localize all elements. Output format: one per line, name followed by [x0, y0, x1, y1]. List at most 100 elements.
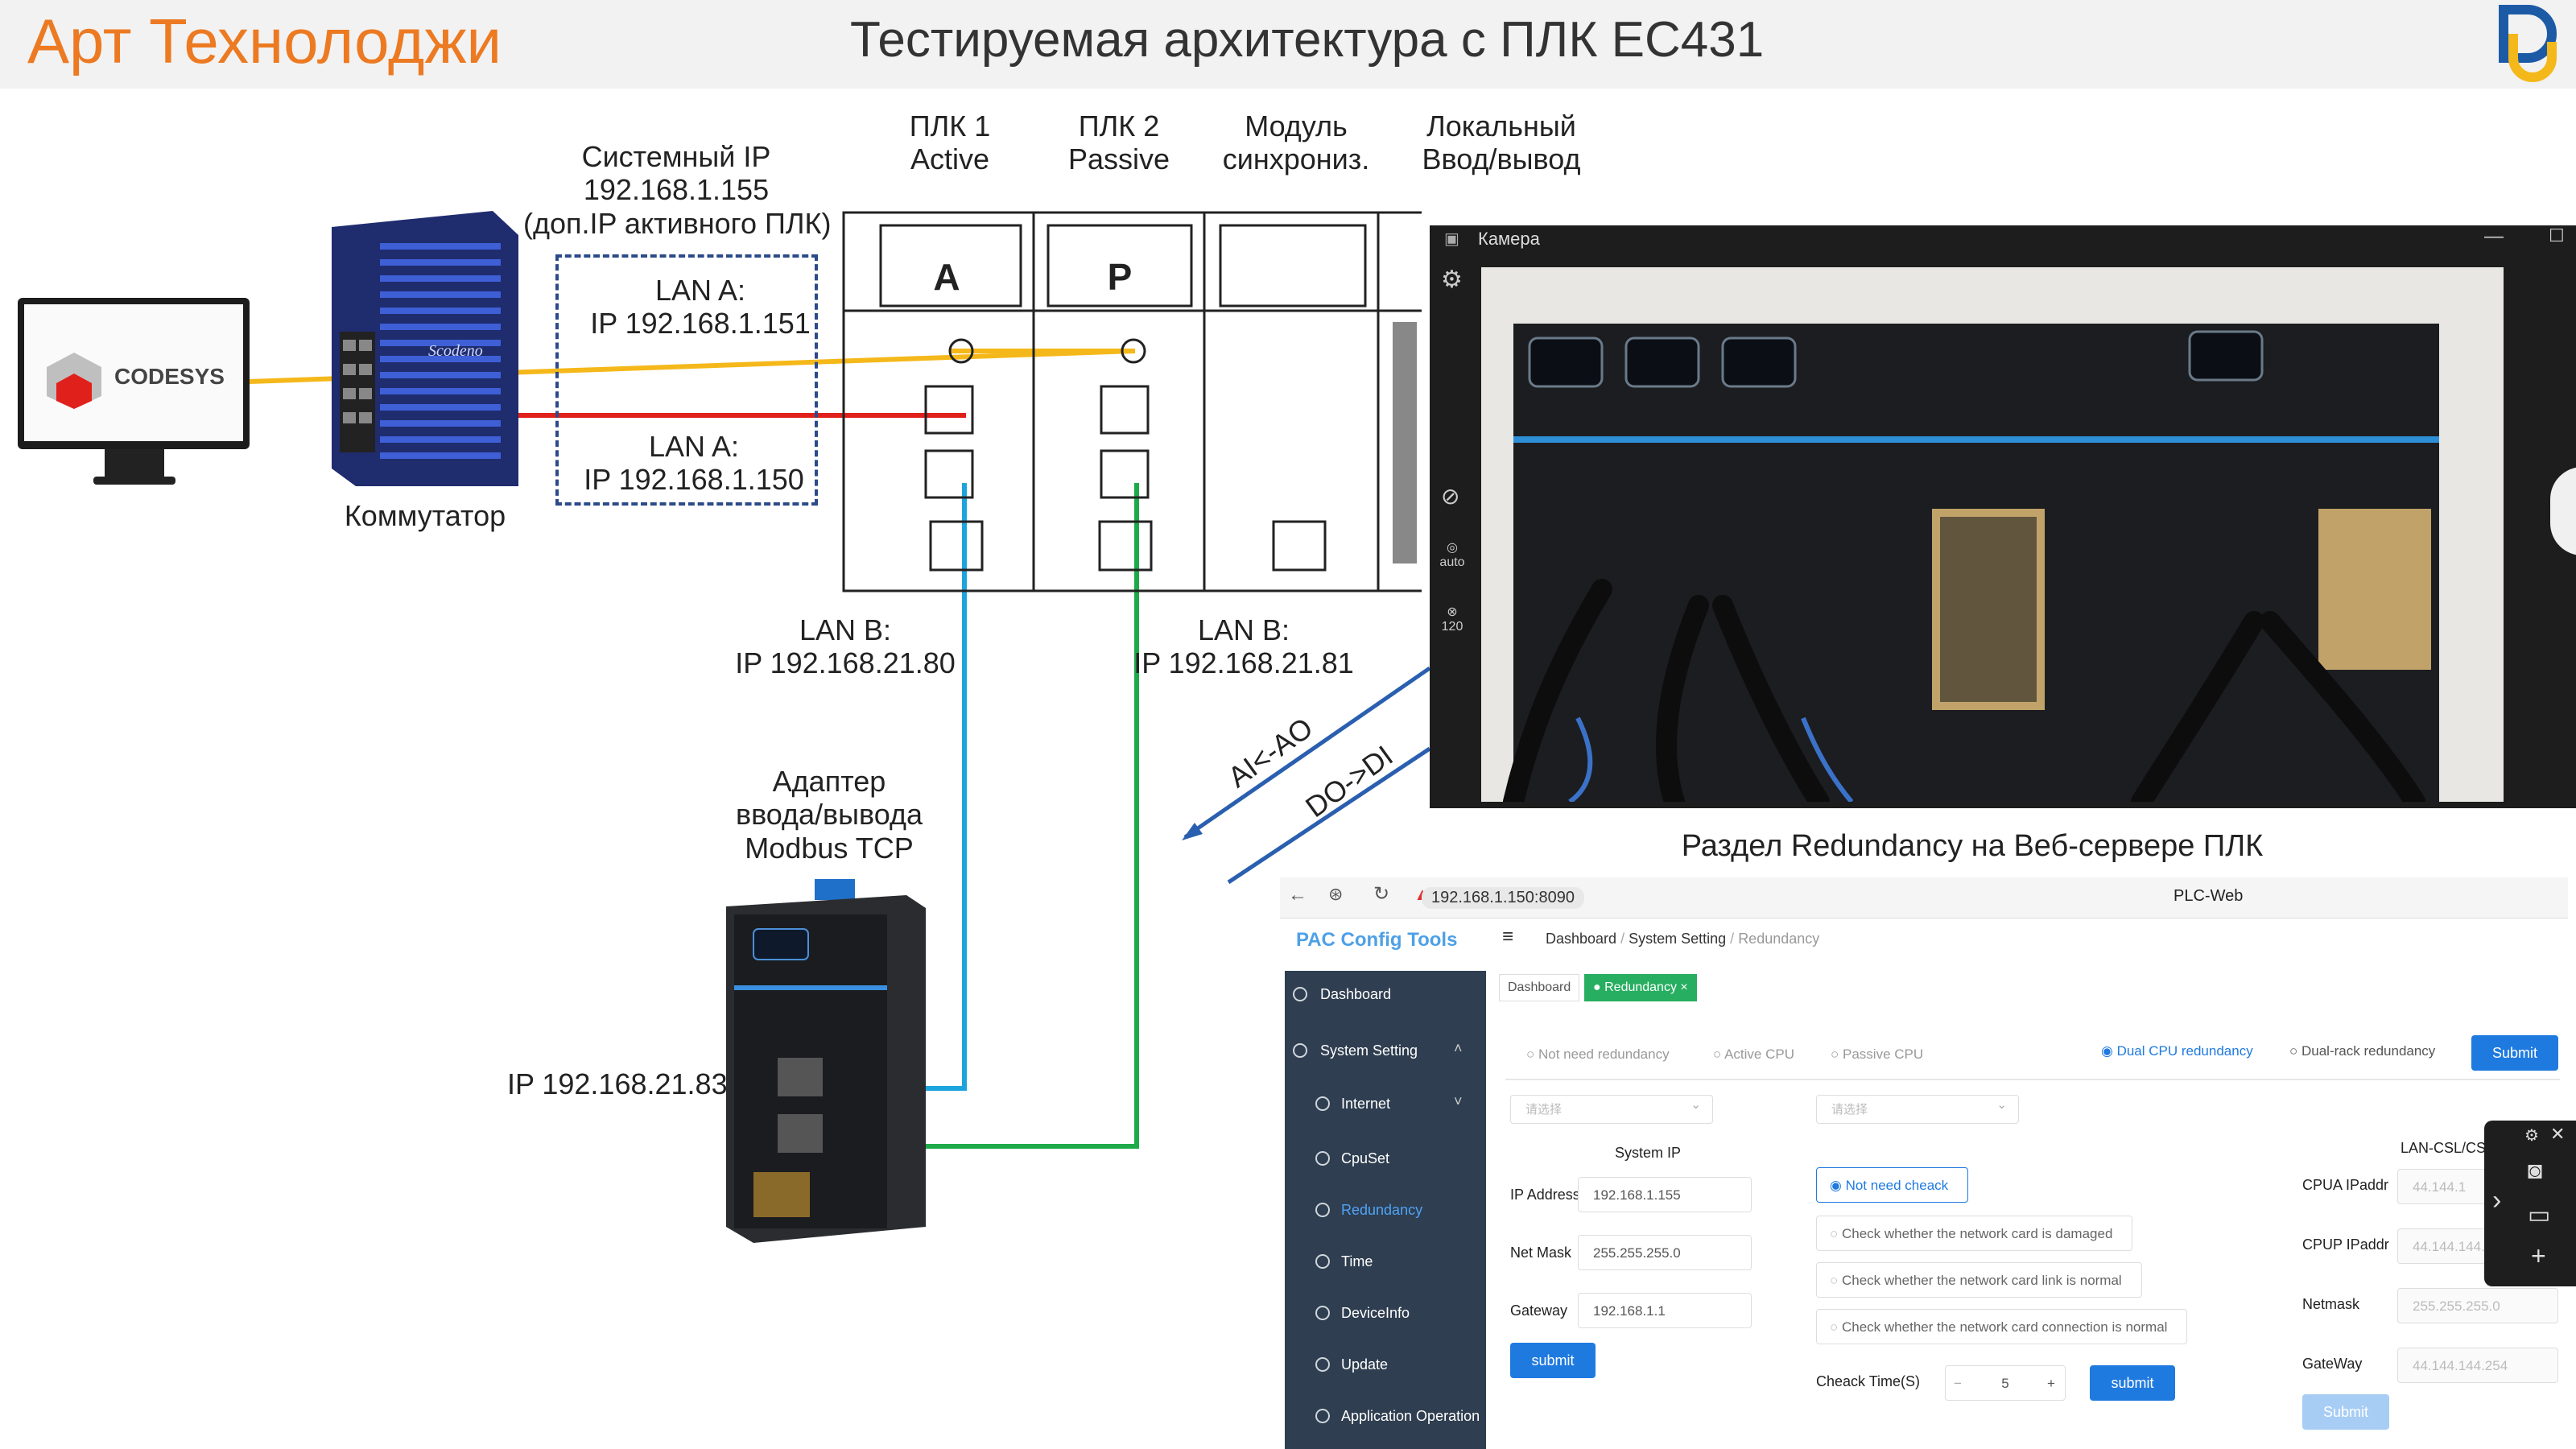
dashboard-icon [1293, 987, 1307, 1001]
monitor-base [93, 477, 175, 485]
select-left[interactable]: 请选择 [1510, 1091, 1713, 1124]
radio-passive-cpu[interactable]: Passive CPU [1831, 1046, 1923, 1063]
lan-a-label-2: LAN A: IP 192.168.1.150 [584, 430, 804, 497]
switch-brand-text: Scodeno [428, 342, 483, 360]
globe-icon [1315, 1096, 1330, 1111]
camera-app-icon: ▣ [1444, 230, 1459, 248]
sidebar-item-system-setting[interactable]: System Setting ˄ [1285, 1027, 1486, 1075]
camera-window-title: Камера [1478, 229, 1540, 249]
plc1-letter: A [933, 256, 960, 298]
breadcrumb-redundancy: Redundancy [1738, 931, 1820, 947]
floating-toolbar: ⚙ ✕ ◙ › ▭ + [2484, 1121, 2576, 1286]
monitor-screen: CODESYS [24, 304, 243, 441]
modbus-adapter-device [726, 879, 926, 1243]
breadcrumb: Dashboard / System Setting / Redundancy [1546, 931, 1820, 947]
divider [1505, 1079, 2560, 1080]
check-option-link[interactable]: Check whether the network card link is n… [1816, 1262, 2142, 1298]
web-section-caption: Раздел Redundancy на Веб-сервере ПЛК [1681, 829, 2264, 863]
sidebar: Dashboard System Setting ˄ Internet ˅ CpuS… [1285, 971, 1486, 1449]
plc-web-panel: ← ⊛ ↻ ▲ 192.168.1.150:8090 PLC-Web PAC C… [1280, 877, 2576, 1449]
camera-shutter-button[interactable] [2550, 467, 2576, 555]
check-option-connection[interactable]: Check whether the network card connectio… [1816, 1309, 2188, 1344]
home-icon[interactable]: ⊛ [1328, 884, 1343, 905]
radio-dual-rack-redundancy[interactable]: Dual-rack redundancy [2289, 1043, 2435, 1059]
sidebar-item-cpuset[interactable]: CpuSet [1285, 1135, 1486, 1183]
gw-label: GateWay [2302, 1356, 2363, 1372]
close-icon[interactable]: ✕ [2550, 1124, 2565, 1145]
breadcrumb-dashboard[interactable]: Dashboard [1546, 931, 1616, 947]
system-ip-label: Системный IP 192.168.1.155 (доп.IP активно… [523, 140, 832, 240]
netmask-input[interactable]: 255.255.255.0 [2397, 1288, 2558, 1323]
camera-window[interactable]: ▣ Камера — ☐ ⚙ ⊘ ◎ auto ⊗ 120 [1430, 225, 2576, 808]
cpu-icon [1315, 1151, 1330, 1166]
back-icon[interactable]: ← [1288, 884, 1307, 906]
minus-icon[interactable]: − [1954, 1366, 1962, 1402]
settings-small-icon[interactable]: ⚙ [2524, 1125, 2539, 1146]
radio-active-cpu[interactable]: Active CPU [1713, 1046, 1794, 1063]
submit-ip-button[interactable]: submit [1510, 1343, 1596, 1378]
settings-icon[interactable]: ⚙ [1441, 266, 1463, 294]
cpup-label: CPUP IPaddr [2302, 1236, 2389, 1253]
sidebar-item-dashboard[interactable]: Dashboard [1285, 971, 1486, 1019]
codesys-logo-icon [47, 353, 101, 409]
lan-b-label-1: LAN B: IP 192.168.21.80 [735, 613, 956, 680]
check-option-damaged[interactable]: Check whether the network card is damage… [1816, 1216, 2133, 1251]
net-mask-input[interactable]: 255.255.255.0 [1578, 1235, 1752, 1270]
radio-dual-cpu-redundancy[interactable]: Dual CPU redundancy [2101, 1043, 2253, 1059]
submit-lan-button[interactable]: Submit [2302, 1394, 2389, 1430]
video-icon[interactable]: ▭ [2528, 1201, 2550, 1229]
sidebar-item-time[interactable]: Time [1285, 1238, 1486, 1286]
reload-icon[interactable]: ↻ [1373, 882, 1389, 906]
sidebar-item-redundancy[interactable]: Redundancy [1285, 1187, 1486, 1235]
ip-address-input[interactable]: 192.168.1.155 [1578, 1177, 1752, 1212]
maximize-icon[interactable]: ☐ [2549, 225, 2565, 246]
clock-icon [1315, 1254, 1330, 1269]
menu-toggle-icon[interactable]: ≡ [1502, 926, 1513, 948]
auto-icon[interactable]: ◎ auto [1438, 539, 1467, 570]
plc-rack-drawing: A P [842, 211, 1422, 592]
fps-icon[interactable]: ⊗ 120 [1438, 604, 1467, 634]
minimize-icon[interactable]: — [2484, 225, 2504, 248]
url-field[interactable]: 192.168.1.150:8090 [1422, 887, 1584, 909]
select-mid[interactable]: 请选择 [1816, 1091, 2019, 1124]
radio-not-need-redundancy[interactable]: Not need redundancy [1526, 1046, 1670, 1063]
company-logo-icon [2499, 4, 2557, 82]
lan-a-label-1: LAN A: IP 192.168.1.151 [590, 274, 811, 341]
lan-b-label-2: LAN B: IP 192.168.21.81 [1133, 613, 1354, 680]
camera-icon[interactable]: ◙ [2528, 1158, 2542, 1185]
check-time-stepper[interactable]: − 5 + [1945, 1365, 2066, 1401]
plc2-letter: P [1108, 256, 1133, 298]
sidebar-item-update[interactable]: Update [1285, 1341, 1486, 1389]
app-title: PAC Config Tools [1296, 929, 1458, 951]
timer-off-icon[interactable]: ⊘ [1441, 483, 1459, 510]
gw-input[interactable]: 44.144.144.254 [2397, 1348, 2558, 1383]
plc1-label: ПЛК 1 Active [909, 109, 991, 176]
gateway-input[interactable]: 192.168.1.1 [1578, 1293, 1752, 1328]
chevron-right-icon[interactable]: › [2492, 1185, 2501, 1216]
chevron-up-icon: ˄ [1454, 1040, 1463, 1056]
camera-feed-image [1481, 267, 2504, 802]
codesys-label: CODESYS [114, 364, 225, 389]
submit-top-button[interactable]: Submit [2471, 1035, 2558, 1071]
sidebar-item-deviceinfo[interactable]: DeviceInfo [1285, 1290, 1486, 1338]
gateway-label: Gateway [1510, 1302, 1568, 1319]
plc2-label: ПЛК 2 Passive [1067, 109, 1170, 176]
app-icon [1315, 1409, 1330, 1423]
plus-icon[interactable]: + [2047, 1366, 2055, 1402]
page-title: PLC-Web [2174, 887, 2244, 905]
chevron-down-icon: ˅ [1454, 1093, 1463, 1109]
system-ip-title: System IP [1615, 1145, 1682, 1161]
sidebar-item-application-operation[interactable]: Application Operation [1285, 1393, 1486, 1441]
camera-feed [1481, 267, 2504, 802]
breadcrumb-system-setting[interactable]: System Setting [1629, 931, 1726, 947]
tab-redundancy[interactable]: ● Redundancy × [1584, 974, 1697, 1001]
monitor-stand [105, 449, 164, 478]
tab-dashboard[interactable]: Dashboard [1499, 974, 1580, 1001]
submit-check-button[interactable]: submit [2090, 1365, 2175, 1401]
check-option-not-need[interactable]: Not need cheack [1816, 1167, 1969, 1203]
plus-icon[interactable]: + [2531, 1241, 2546, 1271]
system-setting-icon [1293, 1043, 1307, 1058]
switch-label: Коммутатор [344, 499, 506, 532]
adapter-label: Адаптер ввода/вывода Modbus TCP [735, 765, 923, 865]
sidebar-item-internet[interactable]: Internet ˅ [1285, 1080, 1486, 1129]
